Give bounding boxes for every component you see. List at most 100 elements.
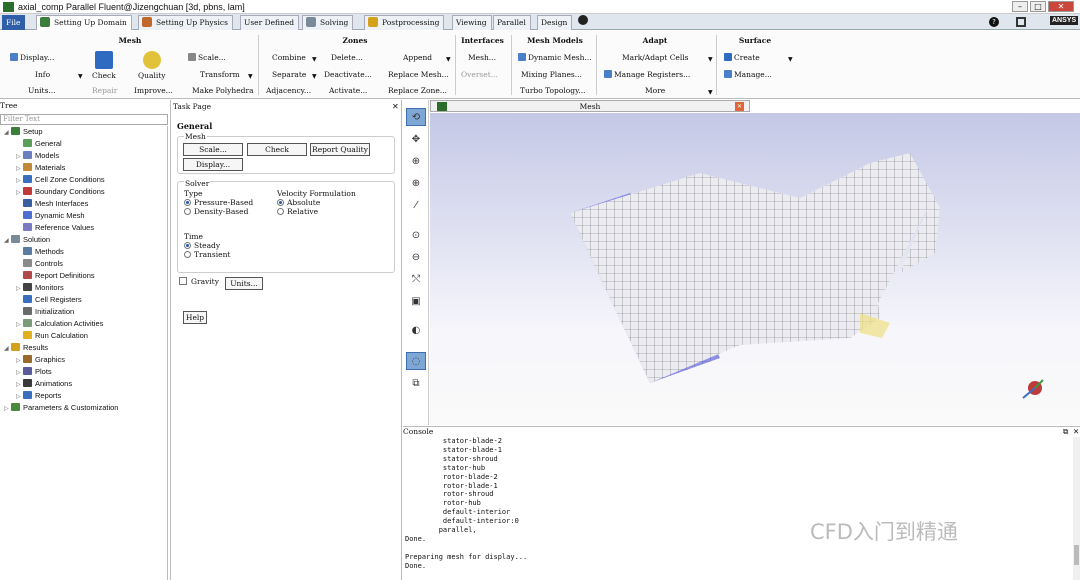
fit-to-window-icon[interactable]: ⊙ bbox=[406, 227, 426, 245]
tree-item-general[interactable]: General bbox=[16, 139, 62, 149]
repair-button[interactable]: Repair bbox=[92, 86, 117, 95]
zoom-out-icon[interactable]: ⊖ bbox=[406, 249, 426, 267]
adapt-more-dropdown-icon[interactable]: ▼ bbox=[708, 89, 713, 96]
units-button[interactable]: Units... bbox=[28, 86, 56, 95]
pan-icon[interactable]: ✥ bbox=[406, 131, 426, 149]
tree-item-dynamic-mesh[interactable]: Dynamic Mesh bbox=[16, 211, 85, 221]
tab-postprocessing[interactable]: Postprocessing bbox=[364, 15, 445, 30]
zoom-in-icon[interactable]: ⊕ bbox=[406, 153, 426, 171]
info-button[interactable]: Info bbox=[35, 70, 50, 79]
tab-setting-up-domain[interactable]: Setting Up Domain bbox=[36, 15, 132, 30]
tree-item-models[interactable]: ▷ Models bbox=[16, 151, 59, 162]
tree-item-cell-registers[interactable]: Cell Registers bbox=[16, 295, 82, 305]
replace-mesh-button[interactable]: Replace Mesh... bbox=[388, 70, 449, 79]
lighting-icon[interactable]: ◐ bbox=[406, 322, 426, 340]
improve-button[interactable]: Improve... bbox=[134, 86, 173, 95]
tree-item-plots[interactable]: ▷ Plots bbox=[16, 367, 52, 378]
absolute-radio[interactable]: Absolute bbox=[277, 198, 320, 207]
tree-item-monitors[interactable]: ▷ Monitors bbox=[16, 283, 64, 294]
transform-dropdown-icon[interactable]: ▼ bbox=[248, 73, 253, 80]
close-console-icon[interactable]: ✕ bbox=[1073, 427, 1079, 437]
probe-icon[interactable]: ⁄ bbox=[406, 197, 426, 215]
tab-user-defined[interactable]: User Defined bbox=[240, 15, 300, 30]
separate-dropdown-icon[interactable]: ▼ bbox=[312, 73, 317, 80]
tree-item-boundary-conditions[interactable]: ▷ Boundary Conditions bbox=[16, 187, 105, 198]
maximize-button[interactable]: □ bbox=[1030, 1, 1046, 12]
check-button[interactable]: Check bbox=[247, 143, 307, 156]
tree-item-solution[interactable]: ◢ Solution bbox=[4, 235, 50, 246]
tree-item-results[interactable]: ◢ Results bbox=[4, 343, 48, 354]
report-quality-button[interactable]: Report Quality bbox=[310, 143, 370, 156]
make-polyhedra-button[interactable]: Make Polyhedra bbox=[192, 86, 254, 95]
replace-zone-button[interactable]: Replace Zone... bbox=[388, 86, 447, 95]
check-button[interactable]: Check bbox=[92, 71, 116, 80]
mixing-planes-button[interactable]: Mixing Planes... bbox=[521, 70, 582, 79]
manage-registers-button[interactable]: Manage Registers... bbox=[604, 70, 690, 79]
scale-button[interactable]: Scale... bbox=[183, 143, 243, 156]
selection-icon[interactable]: ◌ bbox=[406, 352, 426, 370]
tree-item-controls[interactable]: Controls bbox=[16, 259, 63, 269]
graphics-tab-mesh[interactable]: Mesh ✕ bbox=[430, 100, 750, 112]
tree-item-reports[interactable]: ▷ Reports bbox=[16, 391, 61, 402]
pressure-based-radio[interactable]: Pressure-Based bbox=[184, 198, 253, 207]
axes-icon[interactable]: ⤲ bbox=[406, 271, 426, 289]
scale-button[interactable]: Scale... bbox=[188, 53, 226, 62]
transient-radio[interactable]: Transient bbox=[184, 250, 230, 259]
help-icon[interactable]: ? bbox=[989, 17, 999, 27]
quality-button[interactable]: Quality bbox=[138, 71, 166, 80]
close-panel-icon[interactable]: ✕ bbox=[392, 102, 399, 111]
tab-viewing[interactable]: Viewing bbox=[452, 15, 492, 30]
transform-button[interactable]: Transform bbox=[200, 70, 240, 79]
display-button[interactable]: Display... bbox=[10, 53, 54, 62]
collapse-ribbon-icon[interactable] bbox=[578, 15, 588, 25]
gravity-checkbox[interactable] bbox=[179, 277, 187, 285]
close-graphics-tab-icon[interactable]: ✕ bbox=[735, 102, 744, 111]
mark-adapt-cells-button[interactable]: Mark/Adapt Cells bbox=[622, 53, 689, 62]
tree-filter-input[interactable]: Filter Text bbox=[0, 114, 168, 125]
console-scrollbar[interactable] bbox=[1073, 437, 1080, 580]
tab-solving[interactable]: Solving bbox=[302, 15, 354, 30]
rotate-icon[interactable]: ⟲ bbox=[406, 108, 426, 126]
scrollbar-thumb[interactable] bbox=[1074, 545, 1079, 565]
combine-dropdown-icon[interactable]: ▼ bbox=[312, 56, 317, 63]
tree-item-initialization[interactable]: Initialization bbox=[16, 307, 74, 317]
adapt-more-button[interactable]: More bbox=[645, 86, 665, 95]
tree-item-mesh-interfaces[interactable]: Mesh Interfaces bbox=[16, 199, 88, 209]
separate-button[interactable]: Separate bbox=[272, 70, 306, 79]
surface-manage-button[interactable]: Manage... bbox=[724, 70, 772, 79]
tree-item-run-calculation[interactable]: Run Calculation bbox=[16, 331, 88, 341]
zoom-box-icon[interactable]: ⊕ bbox=[406, 175, 426, 193]
combine-button[interactable]: Combine bbox=[272, 53, 306, 62]
interfaces-mesh-button[interactable]: Mesh... bbox=[468, 53, 496, 62]
tab-file[interactable]: File bbox=[2, 15, 26, 30]
overset-button[interactable]: Overset... bbox=[461, 70, 498, 79]
graphics-viewport[interactable] bbox=[430, 113, 1080, 425]
deactivate-button[interactable]: Deactivate... bbox=[324, 70, 372, 79]
tree-item-setup[interactable]: ◢ Setup bbox=[4, 127, 43, 138]
append-dropdown-icon[interactable]: ▼ bbox=[446, 56, 451, 63]
mark-adapt-dropdown-icon[interactable]: ▼ bbox=[708, 56, 713, 63]
float-console-icon[interactable]: ⧉ bbox=[1063, 427, 1068, 437]
delete-button[interactable]: Delete... bbox=[331, 53, 363, 62]
surface-create-button[interactable]: Create bbox=[724, 53, 760, 62]
tree-item-calculation-activities[interactable]: ▷ Calculation Activities bbox=[16, 319, 103, 330]
append-button[interactable]: Append bbox=[403, 53, 432, 62]
display-button[interactable]: Display... bbox=[183, 158, 243, 171]
surface-create-dropdown-icon[interactable]: ▼ bbox=[788, 56, 793, 63]
help-button[interactable]: Help bbox=[183, 311, 207, 324]
tab-setting-up-physics[interactable]: Setting Up Physics bbox=[138, 15, 233, 30]
tree-item-animations[interactable]: ▷ Animations bbox=[16, 379, 72, 390]
adjacency-button[interactable]: Adjacency... bbox=[266, 86, 311, 95]
tree-item-methods[interactable]: Methods bbox=[16, 247, 64, 257]
console-output[interactable]: stator-blade-2 stator-blade-1 stator-shr… bbox=[403, 437, 1073, 580]
steady-radio[interactable]: Steady bbox=[184, 241, 220, 250]
info-dropdown-icon[interactable]: ▼ bbox=[78, 73, 83, 80]
density-based-radio[interactable]: Density-Based bbox=[184, 207, 248, 216]
layout-icon[interactable] bbox=[1016, 17, 1026, 27]
copy-view-icon[interactable]: ⧉ bbox=[406, 375, 426, 393]
dynamic-mesh-button[interactable]: Dynamic Mesh... bbox=[518, 53, 592, 62]
tab-parallel[interactable]: Parallel bbox=[493, 15, 531, 30]
turbo-topology-button[interactable]: Turbo Topology... bbox=[520, 86, 585, 95]
activate-button[interactable]: Activate... bbox=[329, 86, 367, 95]
tree-item-cell-zone-conditions[interactable]: ▷ Cell Zone Conditions bbox=[16, 175, 105, 186]
